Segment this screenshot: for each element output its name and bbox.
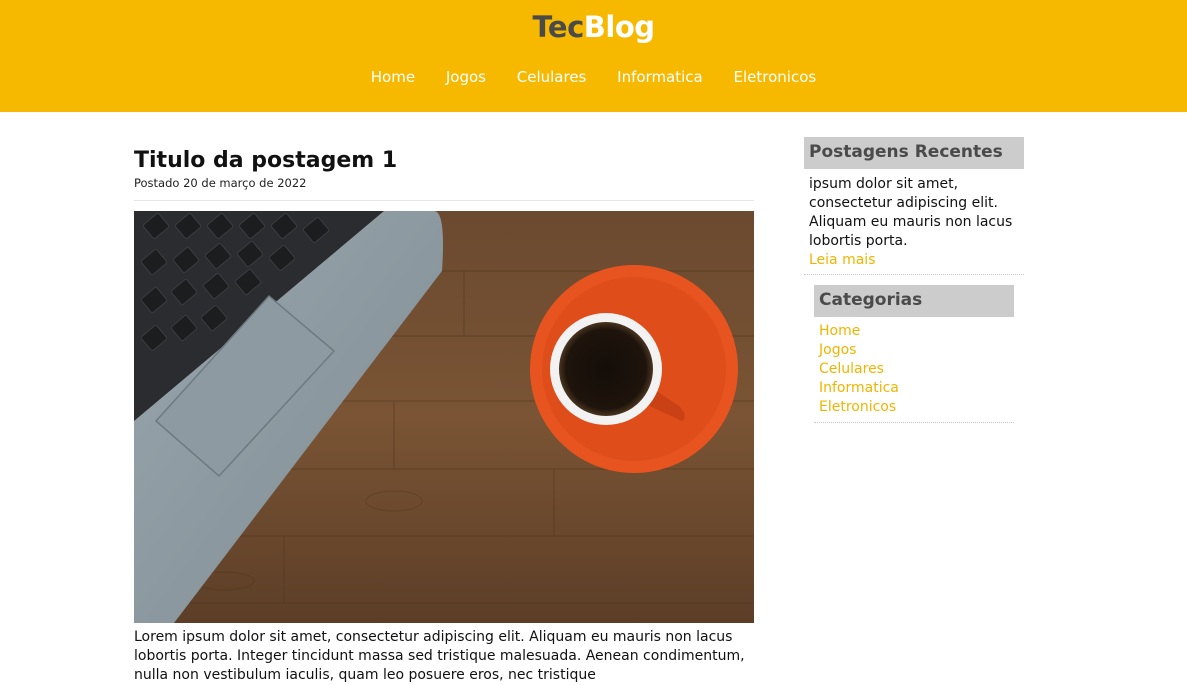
nav-jogos[interactable]: Jogos: [446, 68, 486, 86]
recent-post-text: ipsum dolor sit amet, consectetur adipis…: [809, 176, 1013, 249]
recent-posts-title: Postagens Recentes: [804, 137, 1024, 169]
categories-title: Categorias: [814, 285, 1014, 317]
recent-divider: [804, 274, 1024, 275]
site-logo[interactable]: TecBlog: [0, 10, 1187, 44]
categories-divider: [814, 422, 1014, 423]
category-informatica[interactable]: Informatica: [819, 379, 899, 398]
post-title[interactable]: Titulo da postagem 1: [134, 148, 397, 173]
post-date: Postado 20 de março de 2022: [134, 176, 307, 190]
logo-blog: Blog: [583, 10, 655, 44]
category-jogos[interactable]: Jogos: [819, 341, 899, 360]
category-celulares[interactable]: Celulares: [819, 360, 899, 379]
categories-list: Home Jogos Celulares Informatica Eletron…: [819, 322, 899, 417]
main-nav: Home Jogos Celulares Informatica Eletron…: [0, 68, 1187, 86]
recent-post-excerpt: ipsum dolor sit amet, consectetur adipis…: [809, 175, 1021, 270]
post-body: Lorem ipsum dolor sit amet, consectetur …: [134, 629, 745, 683]
site-header: TecBlog Home Jogos Celulares Informatica…: [0, 0, 1187, 112]
laptop-coffee-image: [134, 211, 754, 623]
category-eletronicos[interactable]: Eletronicos: [819, 398, 899, 417]
nav-informatica[interactable]: Informatica: [617, 68, 703, 86]
post-image: [134, 211, 754, 623]
nav-eletronicos[interactable]: Eletronicos: [734, 68, 817, 86]
nav-celulares[interactable]: Celulares: [517, 68, 587, 86]
logo-tec: Tec: [532, 10, 584, 44]
post-divider: [134, 200, 754, 201]
category-home[interactable]: Home: [819, 322, 899, 341]
nav-home[interactable]: Home: [371, 68, 415, 86]
read-more-link[interactable]: Leia mais: [809, 252, 876, 268]
